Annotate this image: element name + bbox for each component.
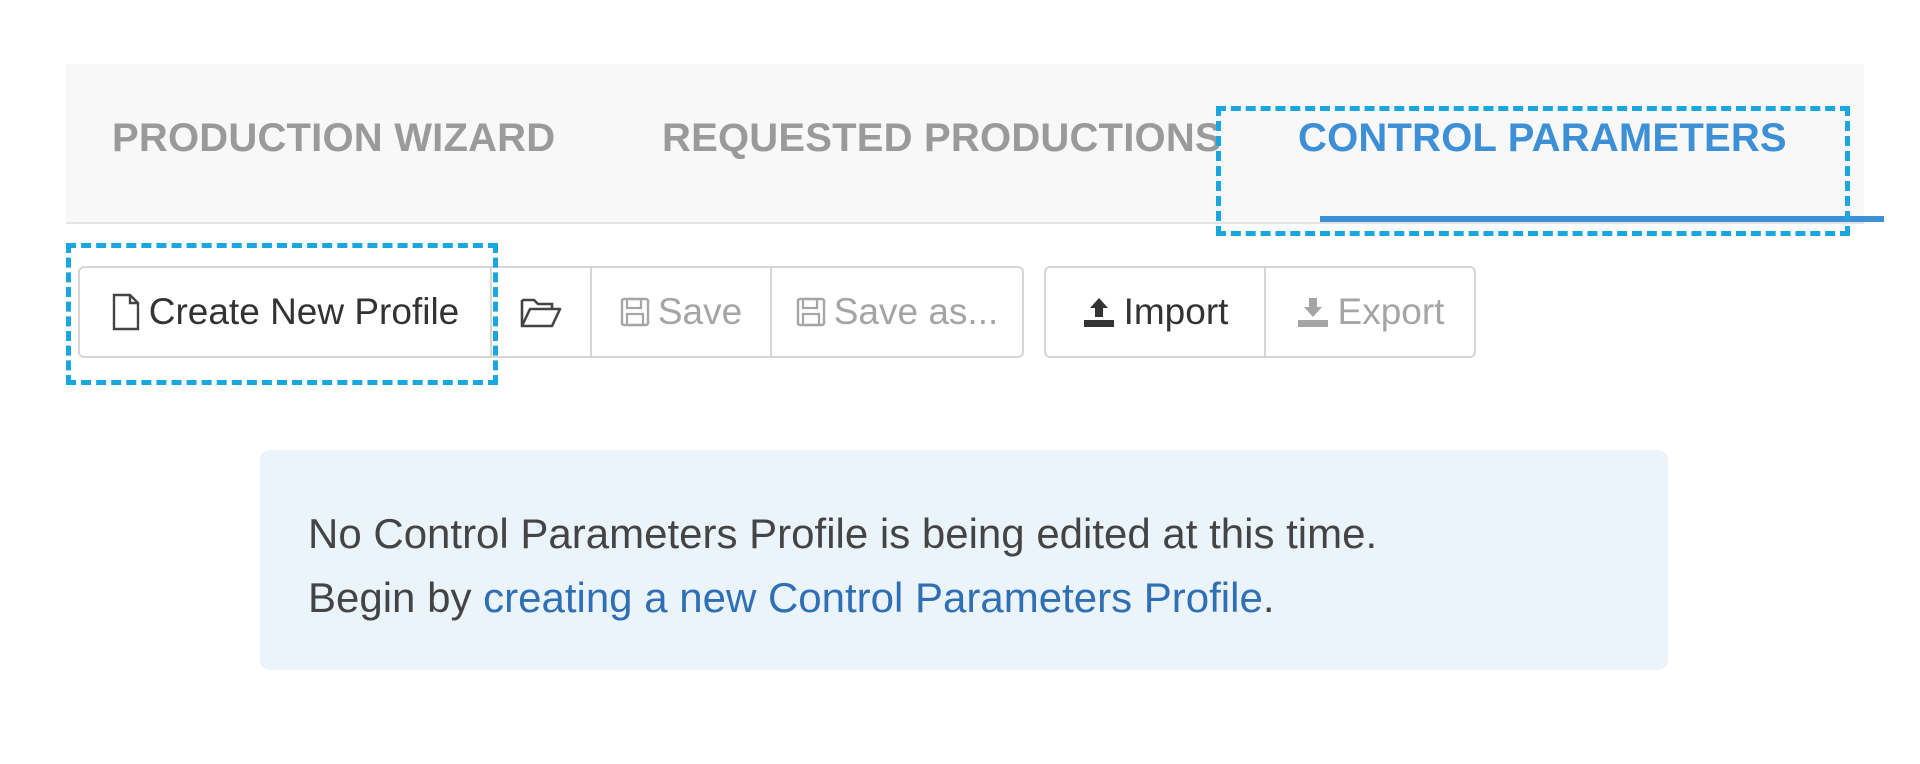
create-new-profile-label: Create New Profile [148,291,460,332]
export-button[interactable]: Export [1264,266,1476,358]
alert-line2-prefix: Begin by [308,574,484,621]
import-label: Import [1123,291,1229,332]
create-profile-link[interactable]: creating a new Control Parameters Profil… [483,574,1263,621]
open-profile-button[interactable] [490,266,592,358]
no-profile-alert: No Control Parameters Profile is being e… [260,450,1668,670]
file-icon [111,293,141,331]
upload-icon [1082,296,1116,328]
tab-bar: PRODUCTION WIZARD REQUESTED PRODUCTIONS … [66,64,1884,224]
import-button[interactable]: Import [1044,266,1266,358]
tab-production-wizard[interactable]: PRODUCTION WIZARD [112,116,555,161]
alert-message-line1: No Control Parameters Profile is being e… [308,510,1378,557]
save-button[interactable]: Save [590,266,772,358]
create-new-profile-button[interactable]: Create New Profile [78,266,492,358]
alert-line2-suffix: . [1262,574,1275,621]
save-label: Save [657,291,743,332]
tab-requested-productions[interactable]: REQUESTED PRODUCTIONS [662,116,1222,161]
folder-open-icon [520,296,562,328]
import-export-button-group: Import Export [1044,266,1476,358]
floppy-disk-icon [796,297,826,327]
save-as-button[interactable]: Save as... [770,266,1024,358]
export-label: Export [1337,291,1445,332]
active-tab-indicator [1320,216,1884,222]
save-as-label: Save as... [833,291,999,332]
tab-control-parameters[interactable]: CONTROL PARAMETERS [1298,116,1787,161]
profile-button-group: Create New Profile Save Save as... [78,266,1024,358]
download-icon [1296,296,1330,328]
alert-message-line2: Begin by creating a new Control Paramete… [308,566,1620,630]
floppy-disk-icon [620,297,650,327]
